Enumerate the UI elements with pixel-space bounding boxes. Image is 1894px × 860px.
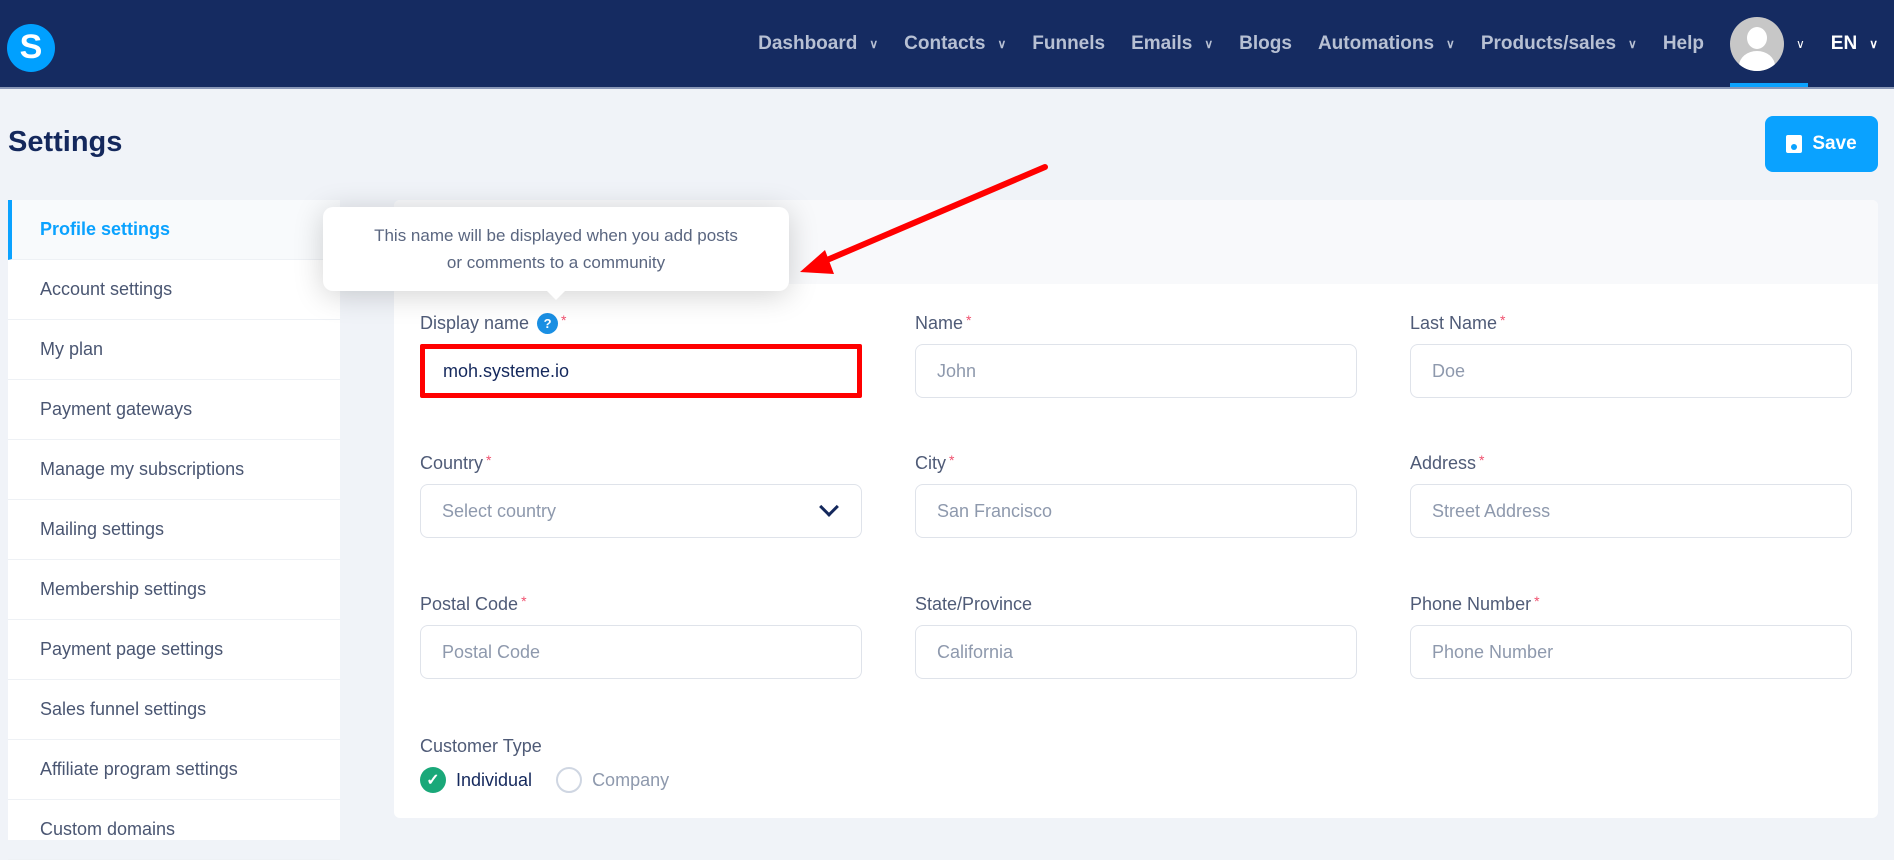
annotation-arrow <box>800 164 1048 274</box>
arrow-shaft <box>817 164 1048 266</box>
arrow-head <box>800 250 834 274</box>
